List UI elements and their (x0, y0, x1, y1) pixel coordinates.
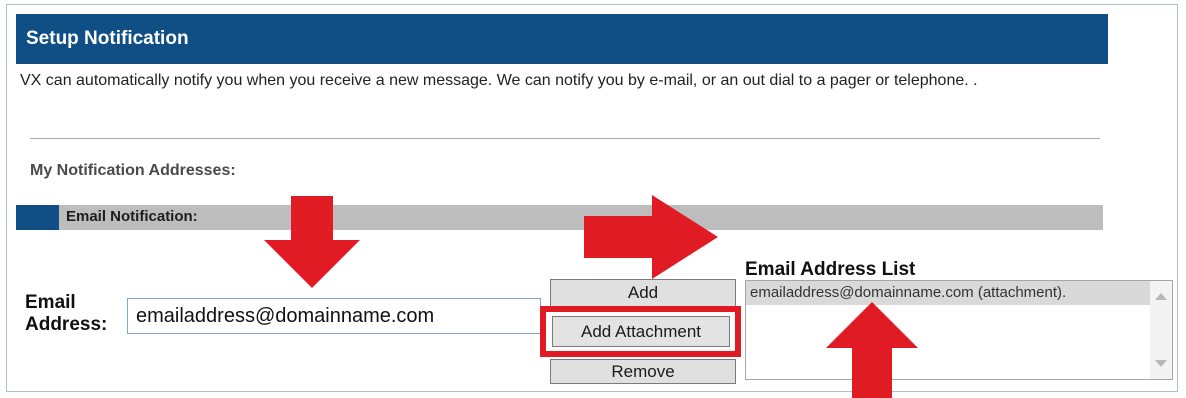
email-list-title: Email Address List (745, 259, 916, 280)
add-button[interactable]: Add (550, 279, 736, 307)
annotation-highlight-box (540, 306, 741, 357)
email-address-label: Email Address: (25, 292, 108, 335)
section-title: My Notification Addresses: (30, 162, 236, 179)
page-title: Setup Notification (26, 28, 189, 49)
divider (30, 138, 1100, 139)
email-notification-bar: Email Notification: (16, 205, 1103, 230)
list-item[interactable]: emailaddress@domainname.com (attachment)… (746, 281, 1151, 305)
scroll-down-arrow-icon[interactable] (1155, 360, 1167, 367)
list-scrollbar[interactable] (1150, 281, 1172, 379)
scroll-up-arrow-icon[interactable] (1155, 293, 1167, 300)
subsection-title: Email Notification: (66, 208, 198, 225)
remove-button[interactable]: Remove (550, 359, 736, 384)
red-arrow-down-icon (264, 196, 360, 288)
email-address-input[interactable] (127, 298, 541, 334)
email-address-list[interactable]: emailaddress@domainname.com (attachment)… (745, 280, 1173, 380)
description-text: VX can automatically notify you when you… (20, 72, 978, 89)
header-bar: Setup Notification (16, 14, 1108, 64)
subsection-marker (16, 205, 59, 230)
red-arrow-up-icon (826, 302, 918, 398)
red-arrow-right-icon (584, 195, 718, 279)
